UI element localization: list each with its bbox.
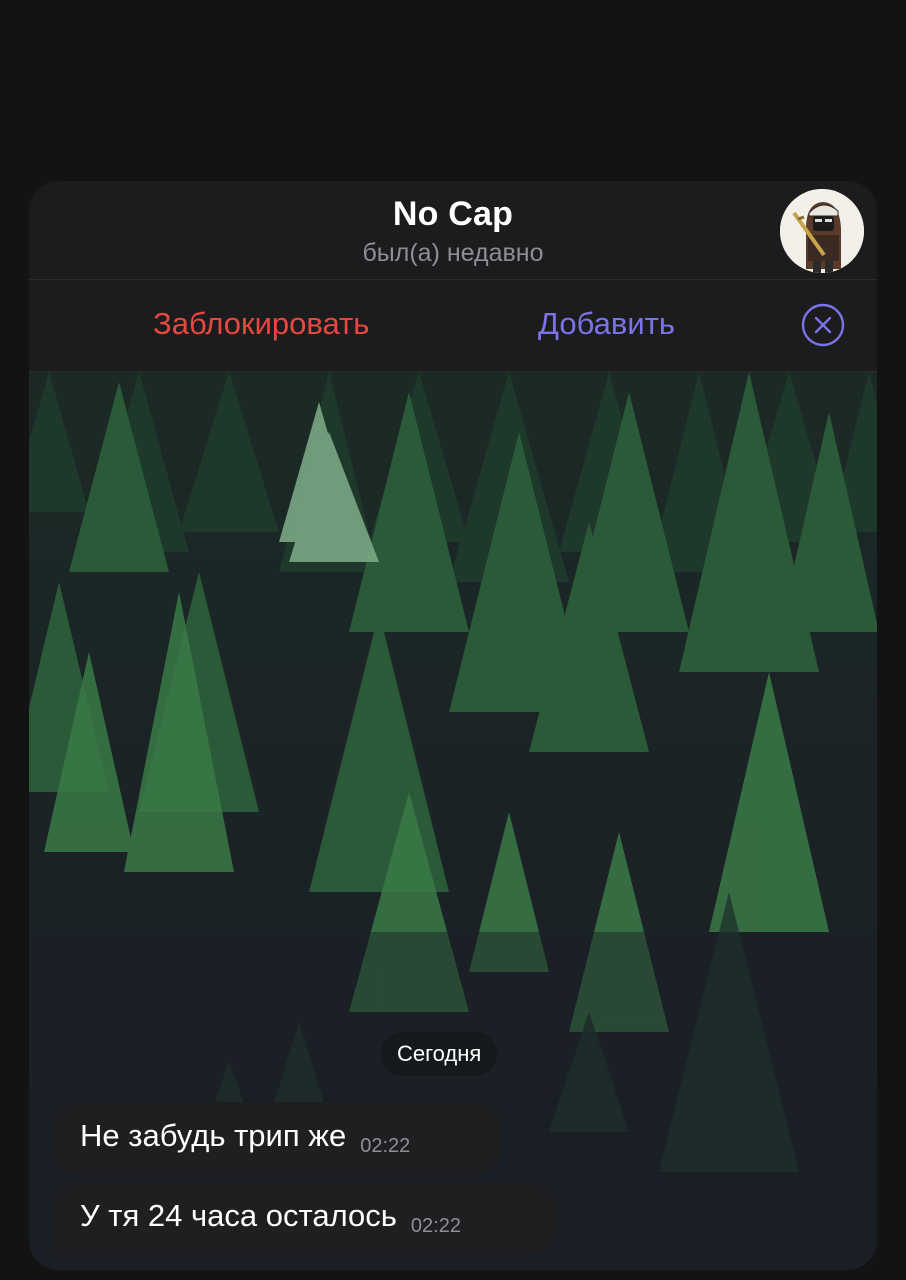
chat-header[interactable]: No Cap был(а) недавно [29, 181, 877, 280]
contact-status: был(а) недавно [362, 239, 544, 267]
message-time: 02:22 [410, 1215, 461, 1237]
date-separator: Сегодня [381, 1032, 498, 1076]
contact-action-bar: Заблокировать Добавить [29, 280, 877, 372]
close-banner-button[interactable] [801, 303, 845, 347]
message-time: 02:22 [360, 1135, 411, 1157]
incoming-message[interactable]: У тя 24 часа осталось 02:22 [53, 1182, 555, 1254]
message-text: Не забудь трип же [80, 1118, 347, 1153]
add-contact-button[interactable]: Добавить [538, 306, 675, 342]
bubble-tail-icon [43, 1232, 63, 1254]
incoming-message[interactable]: Не забудь трип же 02:22 [53, 1102, 501, 1174]
block-button[interactable]: Заблокировать [153, 306, 369, 342]
chat-area[interactable]: Сегодня Не забудь трип же 02:22 У тя 24 ч… [29, 372, 877, 1270]
contact-name[interactable]: No Cap [29, 195, 877, 234]
avatar[interactable] [780, 189, 864, 273]
message-text: У тя 24 часа осталось [80, 1198, 397, 1233]
close-circle-icon [801, 303, 845, 347]
avatar-character-icon [780, 189, 864, 273]
chat-window: No Cap был(а) недавно Заблокировать Доба… [29, 181, 877, 1270]
